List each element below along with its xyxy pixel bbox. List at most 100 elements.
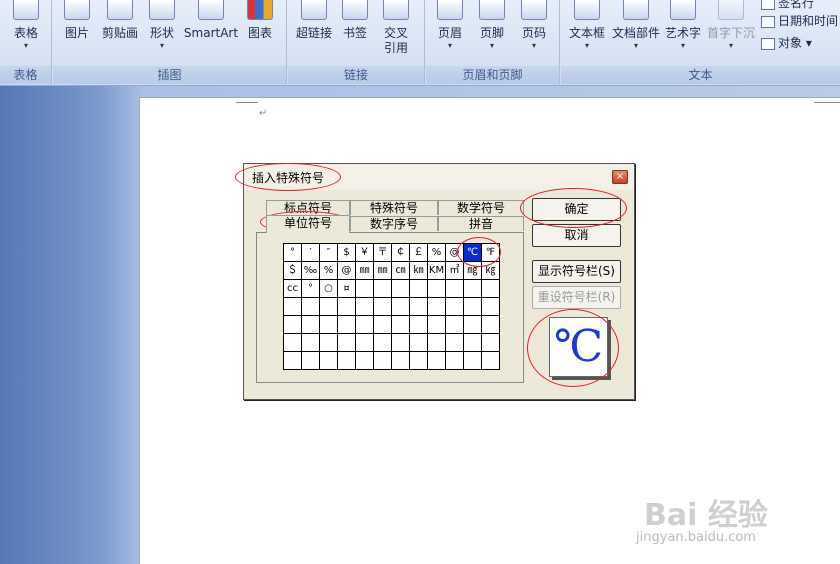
symbol-cell[interactable] bbox=[337, 297, 356, 316]
symbol-cell[interactable]: ° bbox=[283, 243, 302, 262]
object-button[interactable]: 对象 ▾ bbox=[761, 34, 812, 51]
bookmark-button[interactable]: 书签 bbox=[338, 0, 372, 41]
symbol-cell[interactable] bbox=[355, 351, 374, 370]
table-button[interactable]: 表格 ▾ bbox=[8, 0, 44, 51]
symbol-cell[interactable] bbox=[445, 279, 464, 298]
symbol-cell[interactable]: 〒 bbox=[373, 243, 392, 262]
symbol-cell[interactable]: @ bbox=[445, 243, 464, 262]
symbol-cell[interactable] bbox=[427, 351, 446, 370]
drop-cap-button[interactable]: 首字下沉 ▾ bbox=[705, 0, 757, 51]
symbol-cell[interactable]: ㎜ bbox=[373, 261, 392, 280]
signature-line-button[interactable]: 签名行 bbox=[761, 0, 814, 11]
symbol-cell[interactable] bbox=[391, 351, 410, 370]
symbol-cell[interactable] bbox=[409, 297, 428, 316]
symbol-cell[interactable] bbox=[463, 279, 482, 298]
symbol-cell[interactable] bbox=[373, 333, 392, 352]
symbol-cell[interactable] bbox=[445, 351, 464, 370]
tab-punctuation[interactable]: 标点符号 bbox=[266, 200, 350, 215]
dialog-titlebar[interactable]: 插入特殊符号 × bbox=[244, 164, 634, 190]
symbol-cell[interactable] bbox=[409, 315, 428, 334]
close-button[interactable]: × bbox=[612, 170, 628, 184]
symbol-cell[interactable] bbox=[481, 315, 500, 334]
symbol-cell[interactable] bbox=[481, 333, 500, 352]
clipart-button[interactable]: 剪贴画 bbox=[99, 0, 141, 41]
symbol-cell[interactable] bbox=[319, 297, 338, 316]
symbol-cell[interactable]: KM bbox=[427, 261, 446, 280]
symbol-cell[interactable] bbox=[427, 315, 446, 334]
symbol-cell[interactable] bbox=[337, 315, 356, 334]
symbol-cell[interactable] bbox=[409, 351, 428, 370]
symbol-cell[interactable] bbox=[445, 297, 464, 316]
symbol-cell[interactable]: ℃ bbox=[463, 243, 482, 262]
symbol-cell[interactable] bbox=[391, 297, 410, 316]
symbol-cell[interactable] bbox=[445, 315, 464, 334]
symbol-cell[interactable]: ° bbox=[301, 279, 320, 298]
symbol-cell[interactable] bbox=[301, 351, 320, 370]
symbol-cell[interactable]: % bbox=[427, 243, 446, 262]
chart-button[interactable]: 图表 bbox=[243, 0, 277, 41]
ok-button[interactable]: 确定 bbox=[532, 198, 621, 221]
symbol-cell[interactable]: ￠ bbox=[391, 243, 410, 262]
symbol-cell[interactable] bbox=[373, 279, 392, 298]
symbol-cell[interactable] bbox=[319, 351, 338, 370]
symbol-cell[interactable] bbox=[463, 297, 482, 316]
show-symbol-bar-button[interactable]: 显示符号栏(S) bbox=[532, 260, 621, 283]
tab-pinyin[interactable]: 拼音 bbox=[438, 216, 524, 231]
symbol-cell[interactable]: ″ bbox=[319, 243, 338, 262]
symbol-cell[interactable]: ㎜ bbox=[355, 261, 374, 280]
textbox-button[interactable]: 文本框 ▾ bbox=[565, 0, 609, 51]
symbol-cell[interactable] bbox=[391, 315, 410, 334]
symbol-cell[interactable]: ′ bbox=[301, 243, 320, 262]
symbol-cell[interactable] bbox=[463, 333, 482, 352]
symbol-cell[interactable]: cc bbox=[283, 279, 302, 298]
symbol-cell[interactable] bbox=[427, 297, 446, 316]
header-button[interactable]: 页眉 ▾ bbox=[432, 0, 468, 51]
symbol-cell[interactable] bbox=[355, 333, 374, 352]
symbol-cell[interactable] bbox=[301, 297, 320, 316]
symbol-cell[interactable]: @ bbox=[337, 261, 356, 280]
symbol-cell[interactable]: ㎡ bbox=[445, 261, 464, 280]
symbol-cell[interactable] bbox=[355, 315, 374, 334]
symbol-cell[interactable]: % bbox=[319, 261, 338, 280]
symbol-cell[interactable]: ℉ bbox=[481, 243, 500, 262]
shapes-button[interactable]: 形状 ▾ bbox=[145, 0, 179, 51]
hyperlink-button[interactable]: 超链接 bbox=[294, 0, 334, 41]
symbol-cell[interactable] bbox=[427, 279, 446, 298]
symbol-cell[interactable] bbox=[409, 333, 428, 352]
date-time-button[interactable]: 日期和时间 bbox=[761, 12, 838, 29]
page-number-button[interactable]: 页码 ▾ bbox=[516, 0, 552, 51]
symbol-cell[interactable]: ￡ bbox=[409, 243, 428, 262]
symbol-cell[interactable] bbox=[319, 333, 338, 352]
symbol-cell[interactable]: ＄ bbox=[283, 261, 302, 280]
symbol-cell[interactable] bbox=[283, 333, 302, 352]
symbol-cell[interactable] bbox=[463, 351, 482, 370]
wordart-button[interactable]: 艺术字 ▾ bbox=[661, 0, 705, 51]
symbol-cell[interactable]: ㎞ bbox=[409, 261, 428, 280]
cross-reference-button[interactable]: 交叉 引用 bbox=[378, 0, 414, 56]
symbol-cell[interactable] bbox=[445, 333, 464, 352]
symbol-cell[interactable] bbox=[391, 333, 410, 352]
tab-units[interactable]: 单位符号 bbox=[266, 215, 350, 233]
cancel-button[interactable]: 取消 bbox=[532, 224, 621, 247]
footer-button[interactable]: 页脚 ▾ bbox=[474, 0, 510, 51]
symbol-cell[interactable]: ㎏ bbox=[481, 261, 500, 280]
symbol-cell[interactable]: ¤ bbox=[337, 279, 356, 298]
smartart-button[interactable]: SmartArt bbox=[183, 0, 239, 41]
symbol-cell[interactable] bbox=[283, 297, 302, 316]
symbol-cell[interactable] bbox=[373, 351, 392, 370]
picture-button[interactable]: 图片 bbox=[59, 0, 95, 41]
symbol-cell[interactable] bbox=[463, 315, 482, 334]
tab-math[interactable]: 数学符号 bbox=[438, 200, 524, 215]
tab-number-sequence[interactable]: 数字序号 bbox=[350, 216, 438, 231]
symbol-cell[interactable] bbox=[481, 351, 500, 370]
symbol-cell[interactable] bbox=[301, 315, 320, 334]
symbol-cell[interactable] bbox=[481, 297, 500, 316]
symbol-cell[interactable] bbox=[337, 351, 356, 370]
symbol-cell[interactable] bbox=[337, 333, 356, 352]
symbol-cell[interactable]: $ bbox=[337, 243, 356, 262]
symbol-cell[interactable]: ㎝ bbox=[391, 261, 410, 280]
symbol-cell[interactable] bbox=[355, 279, 374, 298]
symbol-cell[interactable] bbox=[283, 315, 302, 334]
symbol-cell[interactable] bbox=[373, 315, 392, 334]
symbol-cell[interactable]: ㎎ bbox=[463, 261, 482, 280]
